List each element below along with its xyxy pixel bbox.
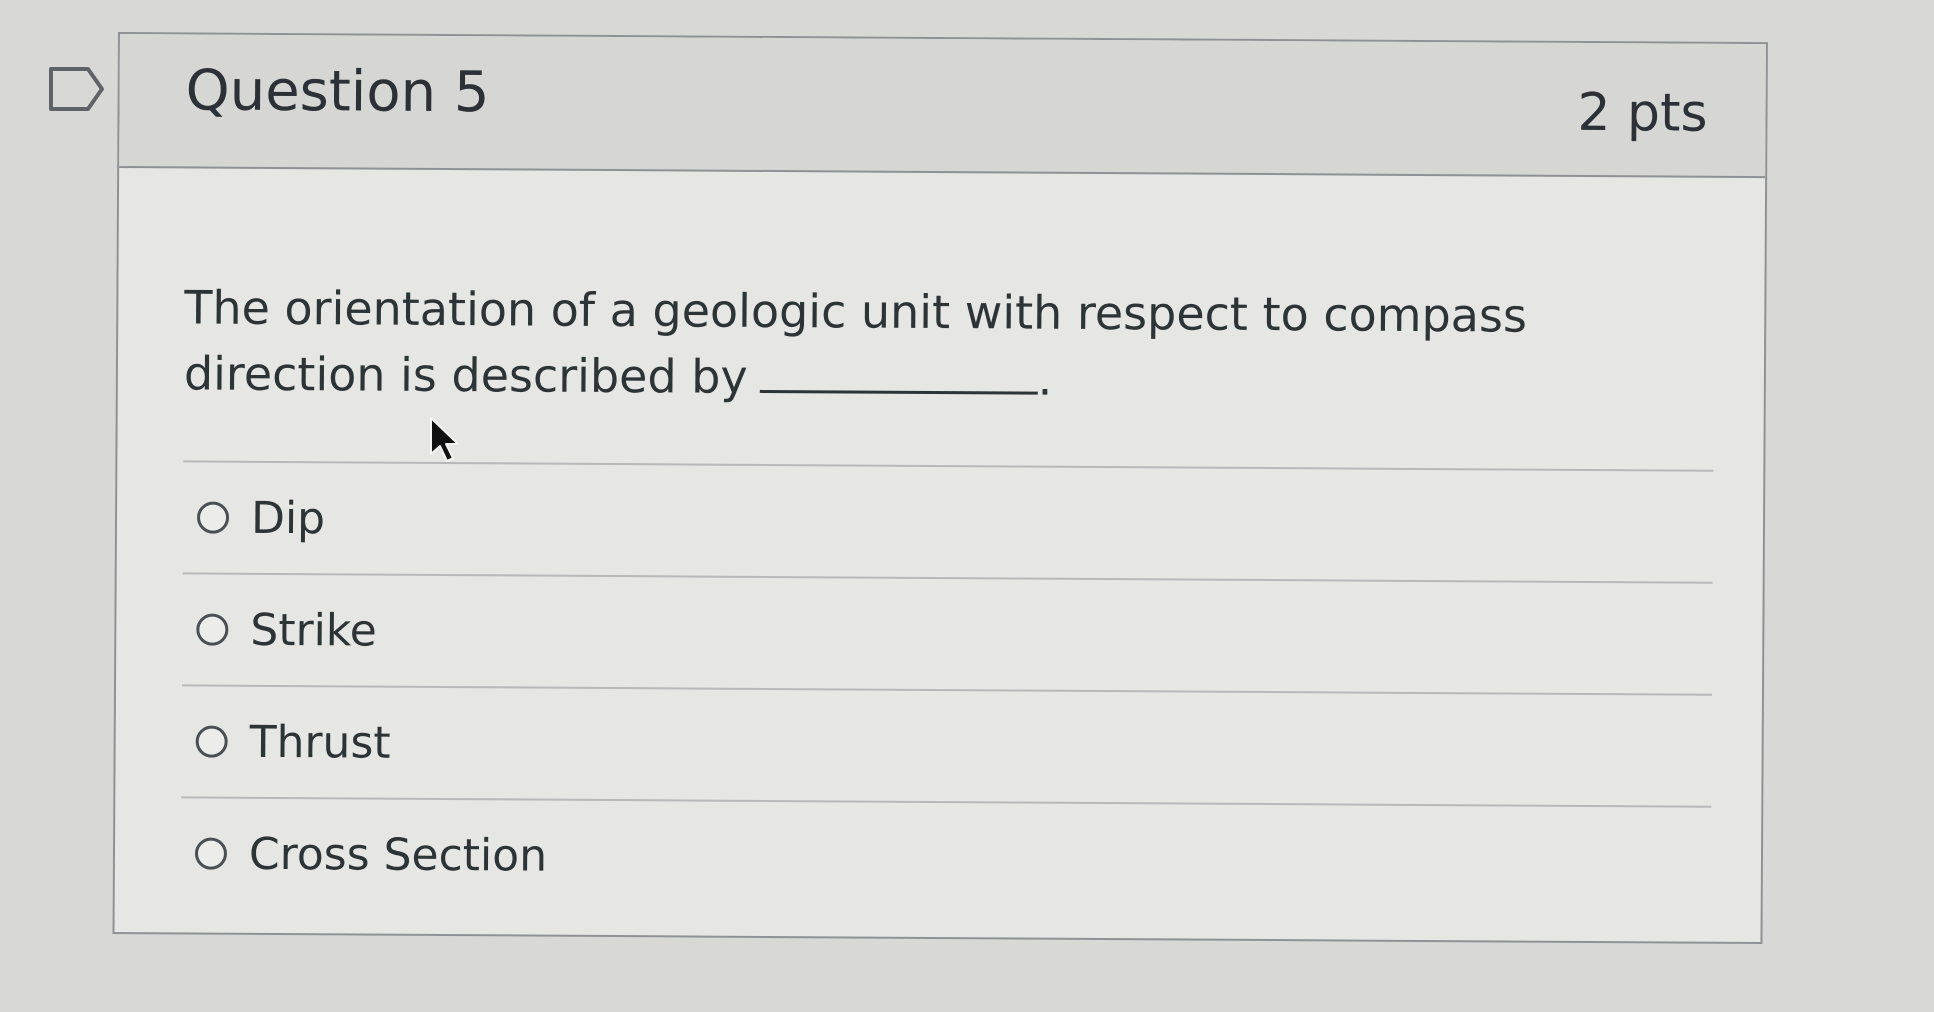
question-card: Question 5 2 pts The orientation of a ge… — [112, 32, 1768, 945]
flag-question-icon[interactable] — [48, 66, 106, 112]
question-body: The orientation of a geologic unit with … — [115, 168, 1765, 918]
answer-label: Thrust — [249, 716, 391, 769]
question-blank-end: . — [1037, 351, 1053, 406]
question-points: 2 pts — [1577, 82, 1708, 144]
answer-list: Dip Strike Thrust Cross Section — [180, 460, 1714, 918]
answer-label: Dip — [250, 492, 326, 544]
question-header: Question 5 2 pts — [119, 34, 1766, 179]
mouse-pointer-icon — [428, 416, 464, 464]
fill-in-blank — [759, 349, 1038, 395]
answer-option-dip[interactable]: Dip — [182, 460, 1714, 582]
answer-option-cross-section[interactable]: Cross Section — [180, 796, 1712, 918]
radio-button[interactable] — [196, 613, 229, 646]
answer-option-thrust[interactable]: Thrust — [181, 684, 1712, 806]
radio-button[interactable] — [196, 501, 230, 534]
answer-option-strike[interactable]: Strike — [182, 572, 1713, 694]
answer-label: Cross Section — [248, 828, 548, 882]
answer-label: Strike — [250, 604, 377, 657]
question-text: The orientation of a geologic unit with … — [184, 168, 1605, 415]
question-title: Question 5 — [185, 58, 490, 126]
radio-button[interactable] — [195, 725, 228, 758]
radio-button[interactable] — [194, 837, 228, 870]
